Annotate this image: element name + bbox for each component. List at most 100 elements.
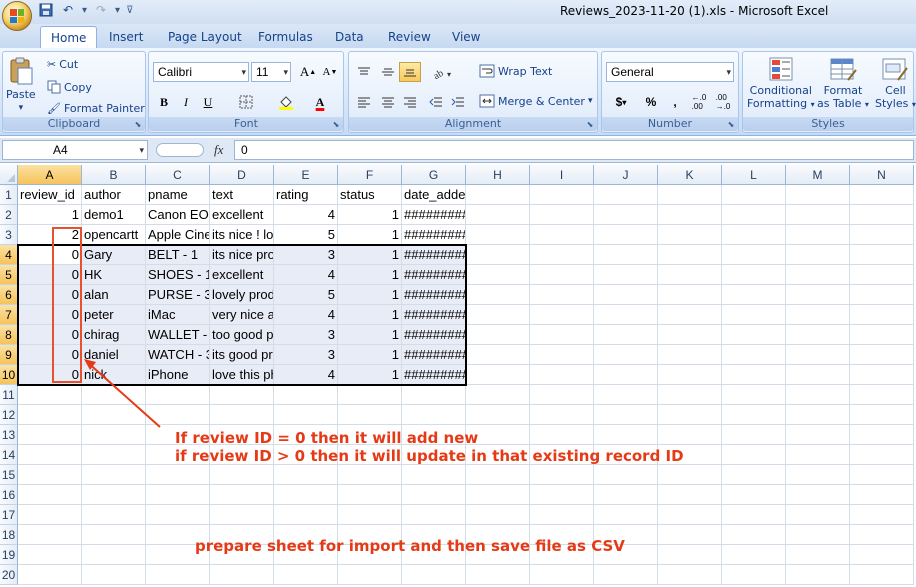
cell-f5[interactable]: 1 bbox=[338, 265, 402, 285]
cell-e2[interactable]: 4 bbox=[274, 205, 338, 225]
cell-k18[interactable] bbox=[658, 525, 722, 545]
font-launcher-icon[interactable]: ⬊ bbox=[331, 120, 341, 130]
tab-formulas[interactable]: Formulas bbox=[248, 26, 323, 48]
cell-e1[interactable]: rating bbox=[274, 185, 338, 205]
tab-data[interactable]: Data bbox=[325, 26, 374, 48]
cell-b3[interactable]: opencartt bbox=[82, 225, 146, 245]
cell-l13[interactable] bbox=[722, 425, 786, 445]
cell-m17[interactable] bbox=[786, 505, 850, 525]
cell-b6[interactable]: alan bbox=[82, 285, 146, 305]
cell-h7[interactable] bbox=[466, 305, 530, 325]
cell-l17[interactable] bbox=[722, 505, 786, 525]
office-button[interactable] bbox=[2, 1, 32, 31]
alignment-launcher-icon[interactable]: ⬊ bbox=[585, 120, 595, 130]
cell-e11[interactable] bbox=[274, 385, 338, 405]
cell-i2[interactable] bbox=[530, 205, 594, 225]
cell-f8[interactable]: 1 bbox=[338, 325, 402, 345]
cell-g12[interactable] bbox=[402, 405, 466, 425]
row-header-4[interactable]: 4 bbox=[0, 245, 18, 265]
cell-e10[interactable]: 4 bbox=[274, 365, 338, 385]
cell-f20[interactable] bbox=[338, 565, 402, 585]
cell-l12[interactable] bbox=[722, 405, 786, 425]
cell-j3[interactable] bbox=[594, 225, 658, 245]
column-header-e[interactable]: E bbox=[274, 165, 338, 185]
cell-m2[interactable] bbox=[786, 205, 850, 225]
cell-h6[interactable] bbox=[466, 285, 530, 305]
cell-a10[interactable]: 0 bbox=[18, 365, 82, 385]
align-left-icon[interactable] bbox=[353, 92, 375, 112]
cell-m19[interactable] bbox=[786, 545, 850, 565]
cell-k8[interactable] bbox=[658, 325, 722, 345]
cell-i7[interactable] bbox=[530, 305, 594, 325]
cell-i9[interactable] bbox=[530, 345, 594, 365]
cell-a13[interactable] bbox=[18, 425, 82, 445]
cell-b12[interactable] bbox=[82, 405, 146, 425]
cell-l6[interactable] bbox=[722, 285, 786, 305]
cell-k15[interactable] bbox=[658, 465, 722, 485]
cell-a9[interactable]: 0 bbox=[18, 345, 82, 365]
cell-a11[interactable] bbox=[18, 385, 82, 405]
cell-n4[interactable] bbox=[850, 245, 914, 265]
cell-f10[interactable]: 1 bbox=[338, 365, 402, 385]
cell-h20[interactable] bbox=[466, 565, 530, 585]
cell-g15[interactable] bbox=[402, 465, 466, 485]
cell-l20[interactable] bbox=[722, 565, 786, 585]
tab-insert[interactable]: Insert bbox=[99, 26, 153, 48]
align-bottom-icon[interactable] bbox=[399, 62, 421, 82]
cell-e6[interactable]: 5 bbox=[274, 285, 338, 305]
cell-g20[interactable] bbox=[402, 565, 466, 585]
cell-n16[interactable] bbox=[850, 485, 914, 505]
row-header-5[interactable]: 5 bbox=[0, 265, 18, 285]
cell-d12[interactable] bbox=[210, 405, 274, 425]
cell-i20[interactable] bbox=[530, 565, 594, 585]
cell-h16[interactable] bbox=[466, 485, 530, 505]
row-header-16[interactable]: 16 bbox=[0, 485, 18, 505]
cell-e7[interactable]: 4 bbox=[274, 305, 338, 325]
cell-f12[interactable] bbox=[338, 405, 402, 425]
cell-f16[interactable] bbox=[338, 485, 402, 505]
row-header-18[interactable]: 18 bbox=[0, 525, 18, 545]
cell-a7[interactable]: 0 bbox=[18, 305, 82, 325]
cell-styles-button[interactable]: Cell Styles ▾ bbox=[875, 56, 916, 111]
cell-b2[interactable]: demo1 bbox=[82, 205, 146, 225]
cell-m1[interactable] bbox=[786, 185, 850, 205]
cell-g5[interactable]: ######### bbox=[402, 265, 466, 285]
cell-j11[interactable] bbox=[594, 385, 658, 405]
cell-h9[interactable] bbox=[466, 345, 530, 365]
cell-n20[interactable] bbox=[850, 565, 914, 585]
cell-i15[interactable] bbox=[530, 465, 594, 485]
cell-b16[interactable] bbox=[82, 485, 146, 505]
cell-i3[interactable] bbox=[530, 225, 594, 245]
cell-n19[interactable] bbox=[850, 545, 914, 565]
select-all-corner[interactable] bbox=[0, 165, 18, 185]
cell-f7[interactable]: 1 bbox=[338, 305, 402, 325]
orientation-icon[interactable]: ab ▾ bbox=[427, 62, 457, 82]
cell-e9[interactable]: 3 bbox=[274, 345, 338, 365]
cell-b20[interactable] bbox=[82, 565, 146, 585]
cell-b14[interactable] bbox=[82, 445, 146, 465]
cell-l1[interactable] bbox=[722, 185, 786, 205]
cell-f9[interactable]: 1 bbox=[338, 345, 402, 365]
currency-icon[interactable]: $ ▾ bbox=[606, 92, 636, 112]
cell-c15[interactable] bbox=[146, 465, 210, 485]
cell-f6[interactable]: 1 bbox=[338, 285, 402, 305]
cell-c9[interactable]: WATCH - 3 bbox=[146, 345, 210, 365]
cell-m9[interactable] bbox=[786, 345, 850, 365]
column-header-c[interactable]: C bbox=[146, 165, 210, 185]
cell-d6[interactable]: lovely product bbox=[210, 285, 274, 305]
cell-d5[interactable]: excellent bbox=[210, 265, 274, 285]
cell-i6[interactable] bbox=[530, 285, 594, 305]
cell-b10[interactable]: nick bbox=[82, 365, 146, 385]
cell-l8[interactable] bbox=[722, 325, 786, 345]
cell-f17[interactable] bbox=[338, 505, 402, 525]
cell-b17[interactable] bbox=[82, 505, 146, 525]
bold-icon[interactable]: B bbox=[153, 92, 175, 112]
cell-b18[interactable] bbox=[82, 525, 146, 545]
align-top-icon[interactable] bbox=[353, 62, 375, 82]
cell-f2[interactable]: 1 bbox=[338, 205, 402, 225]
cell-n18[interactable] bbox=[850, 525, 914, 545]
copy-button[interactable]: Copy bbox=[47, 80, 92, 94]
cell-j17[interactable] bbox=[594, 505, 658, 525]
align-middle-icon[interactable] bbox=[377, 62, 399, 82]
cell-m10[interactable] bbox=[786, 365, 850, 385]
